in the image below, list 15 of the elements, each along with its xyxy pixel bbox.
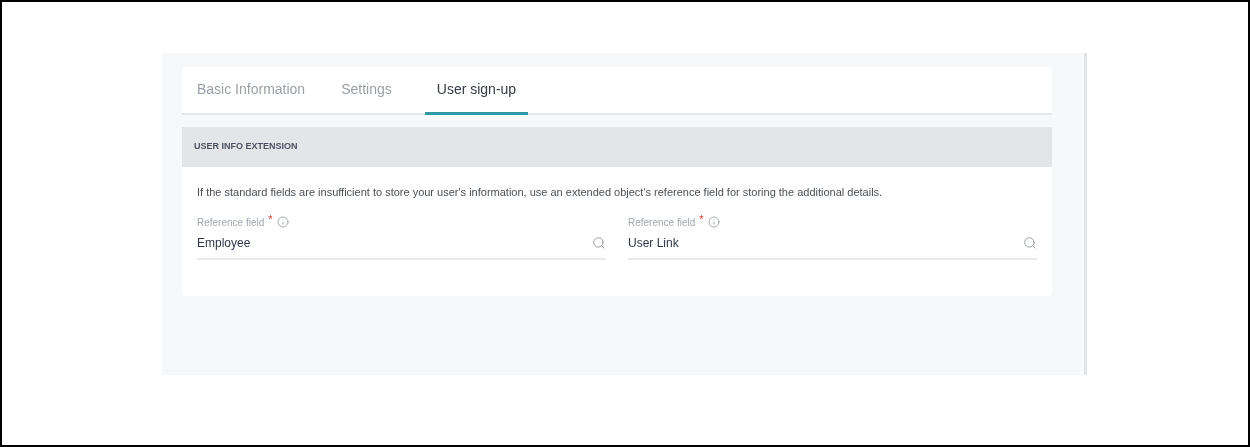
field-label: Reference field bbox=[628, 215, 696, 230]
search-icon[interactable] bbox=[1023, 235, 1037, 250]
description-text: If the standard fields are insufficient to store your user's information, use an extended object's reference field for storing the additional details. bbox=[197, 185, 884, 200]
search-icon[interactable] bbox=[592, 235, 606, 250]
field-value: Employee bbox=[197, 234, 251, 252]
field-label: Reference field bbox=[197, 215, 265, 230]
reference-field[interactable]: Reference field * Employee bbox=[197, 214, 606, 260]
tab[interactable]: User sign-up bbox=[424, 67, 529, 115]
required-mark: * bbox=[268, 211, 273, 227]
reference-field[interactable]: Reference field * User Link bbox=[628, 214, 1037, 260]
info-icon[interactable] bbox=[707, 216, 720, 228]
field-value: User Link bbox=[628, 234, 679, 252]
required-mark: * bbox=[699, 211, 704, 227]
section-title: USER INFO EXTENSION bbox=[194, 140, 298, 154]
info-icon[interactable] bbox=[276, 216, 289, 228]
